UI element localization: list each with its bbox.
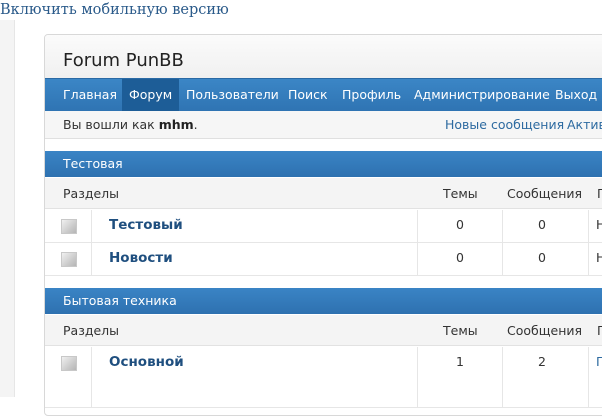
forum-posts-count: 0: [538, 217, 546, 232]
active-topics-link[interactable]: Актив: [567, 117, 602, 132]
col-posts: Сообщения: [507, 323, 583, 338]
user-status-bar: Вы вошли как mhm. Новые сообщения Актив: [45, 111, 602, 139]
left-page-band: [0, 20, 14, 397]
forum-status-icon: [61, 356, 77, 371]
forum-topics-count: 0: [456, 250, 464, 265]
nav-item-admin[interactable]: Администрирование: [414, 79, 550, 111]
forum-posts-count: 2: [538, 354, 546, 369]
column-header-row: Разделы Темы Сообщения П: [45, 178, 602, 209]
row-divider: [91, 210, 92, 242]
left-page-band-edge: [14, 20, 15, 397]
row-divider: [502, 210, 503, 242]
forum-last-post-link[interactable]: П: [596, 354, 602, 369]
row-divider: [417, 243, 418, 275]
main-navigation: Главная Форум Пользователи Поиск Профиль…: [45, 78, 602, 112]
new-posts-link[interactable]: Новые сообщения: [445, 117, 564, 132]
col-last-post: П: [597, 323, 602, 338]
forum-name-link[interactable]: Основной: [109, 354, 184, 370]
category-header: Бытовая техника: [45, 288, 602, 314]
forum-status-icon: [61, 252, 77, 267]
category-title: Бытовая техника: [63, 293, 177, 308]
forum-row: Тестовый 0 0 Н: [45, 210, 602, 243]
forum-status-icon: [61, 219, 77, 234]
forum-last-post: Н: [596, 250, 602, 265]
forum-name-link[interactable]: Тестовый: [109, 217, 183, 233]
column-header-row: Разделы Темы Сообщения П: [45, 315, 602, 346]
nav-item-forum[interactable]: Форум: [122, 79, 180, 111]
col-sections: Разделы: [63, 186, 120, 201]
row-divider: [588, 347, 589, 407]
forum-name-link[interactable]: Новости: [109, 250, 173, 266]
category-title: Тестовая: [63, 156, 123, 171]
forum-topics-count: 0: [456, 217, 464, 232]
category-header: Тестовая: [45, 151, 602, 177]
forum-last-post: Н: [596, 217, 602, 232]
row-divider: [588, 243, 589, 275]
row-divider: [91, 243, 92, 275]
row-divider: [91, 347, 92, 407]
forum-container: Forum PunBB Главная Форум Пользователи П…: [44, 34, 602, 416]
nav-item-logout[interactable]: Выход: [555, 79, 597, 111]
row-divider: [588, 210, 589, 242]
board-header: Forum PunBB: [45, 35, 602, 78]
nav-item-profile[interactable]: Профиль: [342, 79, 401, 111]
row-divider: [502, 243, 503, 275]
nav-item-users[interactable]: Пользователи: [186, 79, 279, 111]
col-topics: Темы: [443, 186, 478, 201]
forum-row: Основной 1 2 П: [45, 347, 602, 408]
col-topics: Темы: [443, 323, 478, 338]
col-posts: Сообщения: [507, 186, 583, 201]
row-divider: [417, 210, 418, 242]
forum-row: Новости 0 0 Н: [45, 243, 602, 276]
row-divider: [502, 347, 503, 407]
col-last-post: П: [597, 186, 602, 201]
forum-posts-count: 0: [538, 250, 546, 265]
nav-item-home[interactable]: Главная: [63, 79, 117, 111]
nav-item-search[interactable]: Поиск: [288, 79, 328, 111]
mobile-version-link[interactable]: Включить мобильную версию: [0, 0, 229, 20]
username: mhm: [158, 117, 194, 132]
col-sections: Разделы: [63, 323, 120, 338]
logged-in-text: Вы вошли как mhm.: [63, 117, 198, 132]
forum-topics-count: 1: [456, 354, 464, 369]
board-title: Forum PunBB: [63, 50, 184, 71]
row-divider: [417, 347, 418, 407]
